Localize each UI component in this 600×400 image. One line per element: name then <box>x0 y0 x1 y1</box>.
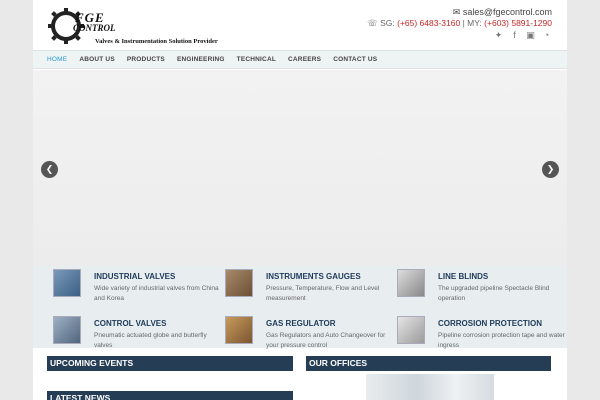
product-title[interactable]: INDUSTRIAL VALVES <box>94 272 175 281</box>
email-link[interactable]: sales@fgecontrol.com <box>463 7 552 17</box>
nav-products[interactable]: PRODUCTS <box>121 51 171 68</box>
nav-about-us[interactable]: ABOUT US <box>73 51 121 68</box>
office-image <box>366 374 494 400</box>
control-valves-image[interactable] <box>53 316 81 344</box>
product-gas-regulator[interactable]: GAS REGULATOR Gas Regulators and Auto Ch… <box>225 315 395 351</box>
slider-prev-button[interactable]: ❮ <box>41 161 58 178</box>
product-desc: Pipeline corrosion protection tape and w… <box>438 332 565 349</box>
product-desc: Pressure, Temperature, Flow and Level me… <box>266 285 380 302</box>
site-header: FGE CONTROL Valves & Instrumentation Sol… <box>33 0 567 50</box>
product-industrial-valves[interactable]: INDUSTRIAL VALVES Wide variety of indust… <box>53 268 223 304</box>
product-title[interactable]: LINE BLINDS <box>438 272 488 281</box>
product-desc: Pneumatic actuated globe and butterfly v… <box>94 332 207 349</box>
slider-next-button[interactable]: ❯ <box>542 161 559 178</box>
product-title[interactable]: CONTROL VALVES <box>94 319 166 328</box>
sg-label: SG: <box>380 18 395 28</box>
logo-control-text: CONTROL <box>73 23 116 33</box>
hero-slider: ❮ ❯ <box>33 70 567 270</box>
product-title[interactable]: GAS REGULATOR <box>266 319 335 328</box>
corrosion-protection-image[interactable] <box>397 316 425 344</box>
twitter-icon[interactable]: ✦ <box>494 30 503 41</box>
product-desc: Wide variety of industrial valves from C… <box>94 285 219 302</box>
chevron-right-icon: ❯ <box>546 164 555 174</box>
my-label: | MY: <box>462 18 482 28</box>
upcoming-events-heading: UPCOMING EVENTS <box>47 356 293 371</box>
rss-icon[interactable]: ◔ <box>542 30 551 41</box>
logo-tagline: Valves & Instrumentation Solution Provid… <box>95 38 218 45</box>
product-desc: The upgraded pipeline Spectacle Blind op… <box>438 285 550 302</box>
instruments-gauges-image[interactable] <box>225 269 253 297</box>
social-links: ✦ f ▣ ◔ <box>494 30 551 41</box>
product-corrosion-protection[interactable]: CORROSION PROTECTION Pipeline corrosion … <box>397 315 567 351</box>
nav-careers[interactable]: CAREERS <box>282 51 327 68</box>
industrial-valves-image[interactable] <box>53 269 81 297</box>
main-navigation: HOME ABOUT US PRODUCTS ENGINEERING TECHN… <box>33 50 567 69</box>
page: FGE CONTROL Valves & Instrumentation Sol… <box>33 0 567 400</box>
company-logo[interactable]: FGE CONTROL Valves & Instrumentation Sol… <box>47 6 218 46</box>
latest-news-heading: LATEST NEWS <box>47 391 293 400</box>
product-desc: Gas Regulators and Auto Changeover for y… <box>266 332 386 349</box>
gas-regulator-image[interactable] <box>225 316 253 344</box>
product-grid: INDUSTRIAL VALVES Wide variety of indust… <box>33 266 567 351</box>
product-control-valves[interactable]: CONTROL VALVES Pneumatic actuated globe … <box>53 315 223 351</box>
nav-contact-us[interactable]: CONTACT US <box>327 51 383 68</box>
product-title[interactable]: INSTRUMENTS GAUGES <box>266 272 361 281</box>
phone-icon: ☏ <box>367 18 378 28</box>
product-title[interactable]: CORROSION PROTECTION <box>438 319 542 328</box>
facebook-icon[interactable]: f <box>510 30 519 41</box>
contact-email[interactable]: ✉ sales@fgecontrol.com <box>453 7 552 18</box>
my-phone-number[interactable]: (+603) 5891-1290 <box>484 18 552 28</box>
youtube-icon[interactable]: ▣ <box>526 30 535 41</box>
nav-engineering[interactable]: ENGINEERING <box>171 51 231 68</box>
sg-phone-number[interactable]: (+65) 6483-3160 <box>397 18 460 28</box>
chevron-left-icon: ❮ <box>45 164 54 174</box>
line-blinds-image[interactable] <box>397 269 425 297</box>
contact-phone: ☏ SG: (+65) 6483-3160 | MY: (+603) 5891-… <box>367 18 552 29</box>
envelope-icon: ✉ <box>452 7 461 17</box>
nav-technical[interactable]: TECHNICAL <box>231 51 282 68</box>
our-offices-heading: OUR OFFICES <box>306 356 551 371</box>
nav-home[interactable]: HOME <box>41 51 73 68</box>
product-line-blinds[interactable]: LINE BLINDS The upgraded pipeline Specta… <box>397 268 567 304</box>
product-instruments-gauges[interactable]: INSTRUMENTS GAUGES Pressure, Temperature… <box>225 268 395 304</box>
